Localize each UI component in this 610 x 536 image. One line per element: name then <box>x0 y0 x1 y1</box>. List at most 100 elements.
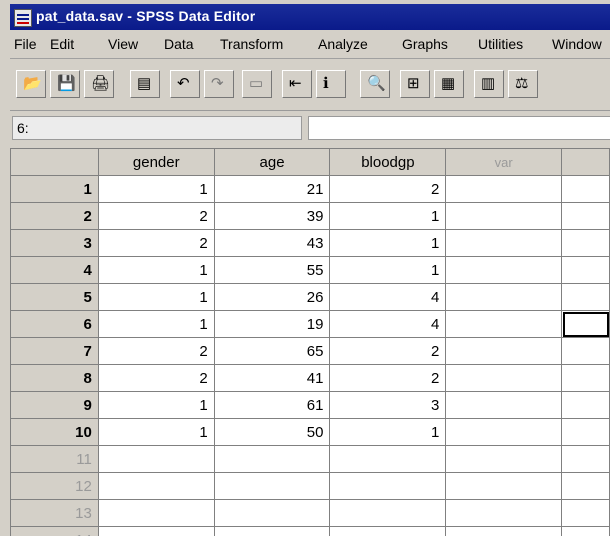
cell-empty[interactable] <box>445 418 563 446</box>
cell-empty[interactable] <box>97 445 215 473</box>
row-header[interactable]: 10 <box>10 418 99 446</box>
weight-cases-button[interactable]: ⚖ <box>508 70 538 98</box>
cell-empty[interactable] <box>329 472 447 500</box>
cell-empty[interactable] <box>445 364 563 392</box>
cell-age[interactable]: 61 <box>213 391 331 419</box>
cell-empty[interactable] <box>561 202 610 230</box>
cell-empty[interactable] <box>561 499 610 527</box>
cell-bloodgp[interactable]: 2 <box>329 337 447 365</box>
cell-gender[interactable]: 1 <box>97 310 215 338</box>
app-icon[interactable] <box>14 9 32 27</box>
open-file-button[interactable]: 📂 <box>16 70 46 98</box>
cell-empty[interactable] <box>445 310 563 338</box>
cell-empty[interactable] <box>329 499 447 527</box>
cell-bloodgp[interactable]: 1 <box>329 202 447 230</box>
cell-empty[interactable] <box>561 256 610 284</box>
cell-empty[interactable] <box>213 445 331 473</box>
cell-bloodgp[interactable]: 4 <box>329 310 447 338</box>
cell-empty[interactable] <box>213 499 331 527</box>
cell-empty[interactable] <box>445 229 563 257</box>
row-header[interactable]: 1 <box>10 175 99 203</box>
row-header[interactable]: 6 <box>10 310 99 338</box>
row-header[interactable]: 7 <box>10 337 99 365</box>
cell-gender[interactable]: 2 <box>97 202 215 230</box>
cell-age[interactable]: 50 <box>213 418 331 446</box>
cell-empty[interactable] <box>97 526 215 536</box>
cell-empty[interactable] <box>561 310 610 338</box>
column-header-next[interactable] <box>561 148 610 176</box>
split-file-button[interactable]: ▥ <box>474 70 504 98</box>
cell-empty[interactable] <box>561 526 610 536</box>
cell-gender[interactable]: 1 <box>97 256 215 284</box>
cell-bloodgp[interactable]: 4 <box>329 283 447 311</box>
cell-bloodgp[interactable]: 1 <box>329 256 447 284</box>
cell-empty[interactable] <box>445 391 563 419</box>
cell-value-input[interactable] <box>308 116 610 140</box>
column-header-age[interactable]: age <box>213 148 331 176</box>
cell-empty[interactable] <box>445 256 563 284</box>
cell-empty[interactable] <box>561 445 610 473</box>
cell-gender[interactable]: 2 <box>97 337 215 365</box>
menu-view[interactable]: View <box>108 36 138 52</box>
cell-bloodgp[interactable]: 1 <box>329 229 447 257</box>
cell-age[interactable]: 21 <box>213 175 331 203</box>
row-header[interactable]: 9 <box>10 391 99 419</box>
cell-age[interactable]: 65 <box>213 337 331 365</box>
menu-graphs[interactable]: Graphs <box>402 36 448 52</box>
column-header-var[interactable]: var <box>445 148 563 176</box>
cell-age[interactable]: 43 <box>213 229 331 257</box>
cell-empty[interactable] <box>445 526 563 536</box>
cell-bloodgp[interactable]: 3 <box>329 391 447 419</box>
menu-edit[interactable]: Edit <box>50 36 74 52</box>
print-button[interactable]: 🖨 <box>84 70 114 98</box>
grid-corner[interactable] <box>10 148 99 176</box>
cell-empty[interactable] <box>561 283 610 311</box>
row-header[interactable]: 14 <box>10 526 99 536</box>
goto-chart-button[interactable]: ▭ <box>242 70 272 98</box>
cell-gender[interactable]: 1 <box>97 391 215 419</box>
cell-age[interactable]: 55 <box>213 256 331 284</box>
row-header[interactable]: 2 <box>10 202 99 230</box>
row-header[interactable]: 4 <box>10 256 99 284</box>
row-header[interactable]: 12 <box>10 472 99 500</box>
cell-empty[interactable] <box>445 283 563 311</box>
cell-gender[interactable]: 2 <box>97 229 215 257</box>
cell-empty[interactable] <box>561 391 610 419</box>
cell-gender[interactable]: 1 <box>97 283 215 311</box>
insert-variable-button[interactable]: ▦ <box>434 70 464 98</box>
variables-button[interactable]: ℹ <box>316 70 346 98</box>
cell-empty[interactable] <box>213 472 331 500</box>
cell-empty[interactable] <box>561 418 610 446</box>
column-header-bloodgp[interactable]: bloodgp <box>329 148 447 176</box>
cell-empty[interactable] <box>213 526 331 536</box>
cell-age[interactable]: 19 <box>213 310 331 338</box>
cell-empty[interactable] <box>97 499 215 527</box>
save-button[interactable]: 💾 <box>50 70 80 98</box>
row-header[interactable]: 13 <box>10 499 99 527</box>
cell-gender[interactable]: 1 <box>97 175 215 203</box>
cell-empty[interactable] <box>561 364 610 392</box>
insert-cases-button[interactable]: ⊞ <box>400 70 430 98</box>
find-button[interactable]: 🔍 <box>360 70 390 98</box>
menu-transform[interactable]: Transform <box>220 36 283 52</box>
cell-empty[interactable] <box>561 337 610 365</box>
cell-empty[interactable] <box>445 445 563 473</box>
cell-empty[interactable] <box>561 229 610 257</box>
menu-analyze[interactable]: Analyze <box>318 36 368 52</box>
cell-empty[interactable] <box>445 499 563 527</box>
cell-empty[interactable] <box>561 472 610 500</box>
cell-age[interactable]: 26 <box>213 283 331 311</box>
cell-bloodgp[interactable]: 2 <box>329 175 447 203</box>
menu-data[interactable]: Data <box>164 36 194 52</box>
goto-case-button[interactable]: ⇤ <box>282 70 312 98</box>
dialog-recall-button[interactable]: ▤ <box>130 70 160 98</box>
row-header[interactable]: 11 <box>10 445 99 473</box>
cell-empty[interactable] <box>561 175 610 203</box>
cell-empty[interactable] <box>445 175 563 203</box>
undo-button[interactable]: ↶ <box>170 70 200 98</box>
cell-empty[interactable] <box>329 526 447 536</box>
row-header[interactable]: 8 <box>10 364 99 392</box>
row-header[interactable]: 3 <box>10 229 99 257</box>
row-header[interactable]: 5 <box>10 283 99 311</box>
column-header-gender[interactable]: gender <box>97 148 215 176</box>
